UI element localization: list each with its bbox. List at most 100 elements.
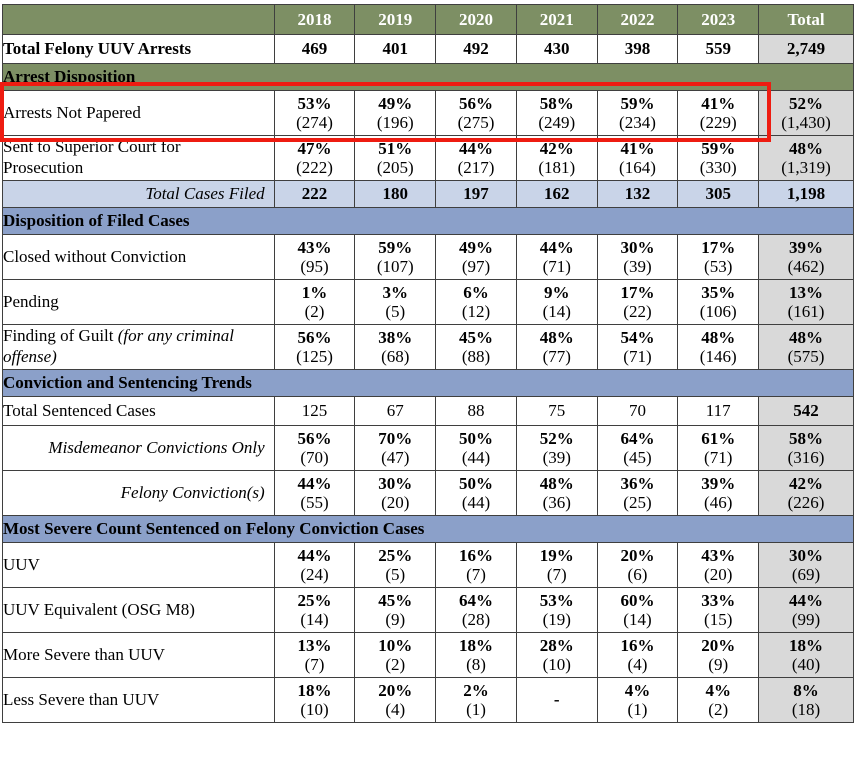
pct-value: 18% — [789, 635, 824, 655]
pct-value: 20% — [378, 680, 413, 700]
cell-misdemeanor-2021: 52% (39) — [515, 425, 598, 471]
table-row-closed-without-conviction: Closed without Conviction 43% (95) 59% (… — [2, 234, 854, 280]
pct-value: 30% — [620, 237, 655, 257]
cell-uuv-equiv-total: 44% (99) — [758, 587, 854, 633]
count-value: (12) — [461, 302, 491, 321]
pct-value: 53% — [539, 590, 574, 610]
count-value: (164) — [619, 158, 656, 177]
cell-uuv-2020: 16% (7) — [435, 542, 517, 588]
pct-value: 30% — [789, 545, 824, 565]
row-label-uuv: UUV — [2, 542, 275, 588]
cell-uuv-equiv-2019: 45% (9) — [354, 587, 437, 633]
cell-guilt-2023: 48% (146) — [677, 324, 760, 370]
cell-sentenced-2018: 125 — [273, 396, 356, 426]
table-header-row: 2018 2019 2020 2021 2022 2023 Total — [2, 4, 854, 35]
pct-value: 43% — [297, 237, 332, 257]
cell-more-severe-2021: 28% (10) — [515, 632, 598, 678]
count-value: (222) — [296, 158, 333, 177]
count-value: (36) — [542, 493, 571, 512]
section-header-conviction-sentencing-trends: Conviction and Sentencing Trends — [2, 369, 854, 397]
cell-guilt-2019: 38% (68) — [354, 324, 437, 370]
header-cell-2020: 2020 — [435, 4, 517, 35]
cell-uuv-equiv-2023: 33% (15) — [677, 587, 760, 633]
count-value: (69) — [791, 565, 821, 584]
cell-closed-2021: 44% (71) — [515, 234, 598, 280]
cell-pending-2020: 6% (12) — [435, 279, 517, 325]
pct-value: 13% — [789, 282, 824, 302]
cell-uuv-equiv-2020: 64% (28) — [435, 587, 517, 633]
count-value: (1) — [466, 700, 486, 719]
count-value: (46) — [704, 493, 733, 512]
row-label-total-arrests: Total Felony UUV Arrests — [2, 34, 275, 64]
section-label-conviction-sentencing-trends: Conviction and Sentencing Trends — [2, 369, 854, 397]
pct-value: 56% — [458, 93, 493, 113]
pct-value: 44% — [297, 545, 332, 565]
table-container: 2018 2019 2020 2021 2022 2023 Total Tota… — [0, 4, 856, 761]
count-value: (181) — [538, 158, 576, 177]
count-value: (20) — [704, 565, 733, 584]
count-value: (316) — [787, 448, 825, 467]
pct-value: 36% — [620, 473, 655, 493]
cell-less-severe-total: 8% (18) — [758, 677, 854, 723]
pct-value: 52% — [789, 93, 824, 113]
pct-value: 43% — [701, 545, 736, 565]
table-row-less-severe-than-uuv: Less Severe than UUV 18% (10) 20% (4) 2%… — [2, 677, 854, 723]
pct-value: 48% — [789, 138, 824, 158]
row-label-felony-convictions: Felony Conviction(s) — [2, 470, 275, 516]
table-row-more-severe-than-uuv: More Severe than UUV 13% (7) 10% (2) 18%… — [2, 632, 854, 678]
cell-more-severe-total: 18% (40) — [758, 632, 854, 678]
row-label-finding-of-guilt: Finding of Guilt (for any criminal offen… — [2, 324, 275, 370]
count-value: (95) — [300, 257, 329, 276]
label-line-2: Prosecution — [3, 158, 84, 177]
count-value: (19) — [542, 610, 571, 629]
count-value: (14) — [623, 610, 652, 629]
pct-value: 30% — [378, 473, 413, 493]
count-value: (20) — [381, 493, 410, 512]
count-value: (161) — [787, 302, 825, 321]
cell-sentenced-2022: 70 — [596, 396, 679, 426]
cell-less-severe-2021: - — [515, 677, 598, 723]
pct-value: 41% — [701, 93, 736, 113]
pct-value: 16% — [458, 545, 493, 565]
cell-total-cases-filed-2019: 180 — [354, 180, 437, 208]
count-value: (9) — [385, 610, 406, 629]
header-cell-2019: 2019 — [354, 4, 437, 35]
count-value: (146) — [699, 347, 737, 366]
pct-value: 50% — [458, 473, 493, 493]
pct-value: 64% — [458, 590, 493, 610]
cell-total-arrests-2021: 430 — [515, 34, 598, 64]
cell-pending-2022: 17% (22) — [596, 279, 679, 325]
count-value: (88) — [461, 347, 491, 366]
count-value: (234) — [619, 113, 656, 132]
cell-felony-2023: 39% (46) — [677, 470, 760, 516]
cell-total-arrests-2023: 559 — [677, 34, 760, 64]
table-row-uuv: UUV 44% (24) 25% (5) 16% (7) 19% (7) 20%… — [2, 542, 854, 588]
count-value: (7) — [546, 565, 567, 584]
cell-total-arrests-2019: 401 — [354, 34, 437, 64]
count-value: (97) — [461, 257, 491, 276]
count-value: (99) — [791, 610, 821, 629]
pct-value: 48% — [539, 327, 574, 347]
pct-value: 20% — [620, 545, 655, 565]
pct-value: 8% — [793, 680, 819, 700]
pct-value: 59% — [701, 138, 736, 158]
count-value: (125) — [296, 347, 333, 366]
cell-felony-2021: 48% (36) — [515, 470, 598, 516]
row-label-total-cases-filed: Total Cases Filed — [2, 180, 275, 208]
pct-value: 25% — [378, 545, 413, 565]
count-value: (10) — [300, 700, 329, 719]
row-label-closed-without-conviction: Closed without Conviction — [2, 234, 275, 280]
cell-sentenced-total: 542 — [758, 396, 854, 426]
cell-guilt-2020: 45% (88) — [435, 324, 517, 370]
cell-total-arrests-2020: 492 — [435, 34, 517, 64]
pct-value: 19% — [539, 545, 574, 565]
pct-value: 49% — [378, 93, 413, 113]
cell-total-cases-filed-2023: 305 — [677, 180, 760, 208]
table-row-felony-convictions: Felony Conviction(s) 44% (55) 30% (20) 5… — [2, 470, 854, 516]
cell-closed-2019: 59% (107) — [354, 234, 437, 280]
cell-not-papered-2021: 58% (249) — [515, 90, 598, 136]
pct-value: 42% — [539, 138, 574, 158]
cell-guilt-2021: 48% (77) — [515, 324, 598, 370]
count-value: (5) — [385, 302, 406, 321]
cell-total-cases-filed-2021: 162 — [515, 180, 598, 208]
